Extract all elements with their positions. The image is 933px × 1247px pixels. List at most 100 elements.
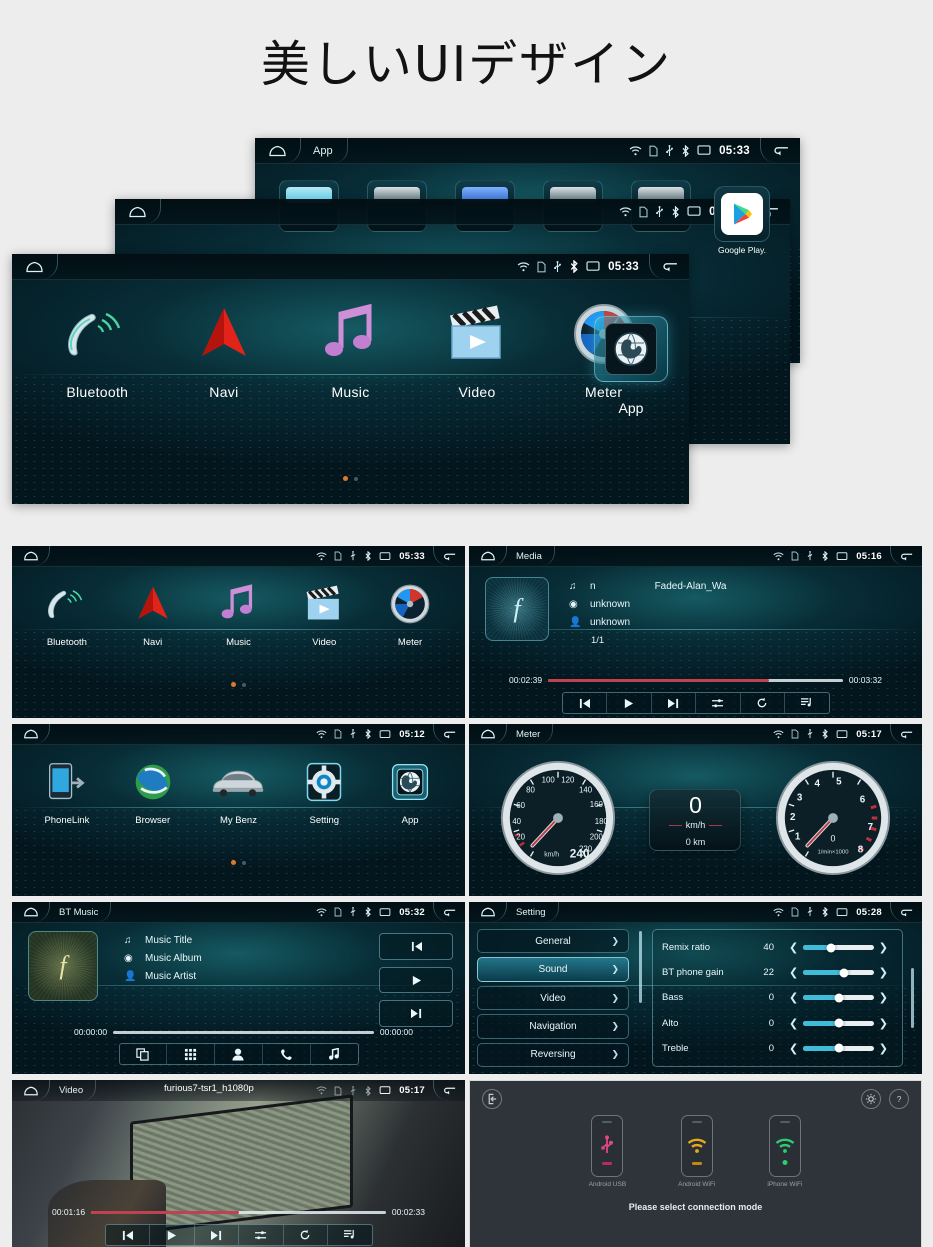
decrease-icon[interactable]: ❮ xyxy=(784,1042,803,1055)
call-history-icon[interactable] xyxy=(263,1044,311,1064)
cell-bt-music[interactable]: BT Music 05:32 f ♫ Music Title ◉ Music A… xyxy=(12,902,465,1074)
next-track-icon[interactable] xyxy=(379,1000,453,1028)
decrease-icon[interactable]: ❮ xyxy=(784,941,803,954)
home-item-mybenz[interactable]: My Benz xyxy=(196,755,280,826)
slider-track[interactable] xyxy=(803,1043,874,1053)
back-arrow-icon[interactable] xyxy=(649,254,689,279)
list-scrollbar[interactable] xyxy=(911,968,914,1028)
slider-track[interactable] xyxy=(803,1018,874,1028)
media-progress[interactable]: 00:02:39 00:03:32 xyxy=(469,675,922,685)
page-dot[interactable] xyxy=(242,861,246,865)
home-icon[interactable] xyxy=(115,199,161,224)
setting-nav-general[interactable]: General ❯ xyxy=(477,929,629,954)
home-item-setting[interactable]: Setting xyxy=(282,755,366,826)
home-icon[interactable] xyxy=(12,254,58,279)
prev-track-icon[interactable] xyxy=(563,693,607,713)
increase-icon[interactable]: ❯ xyxy=(874,941,893,954)
home-icon[interactable] xyxy=(12,724,50,744)
play-icon[interactable] xyxy=(379,966,453,994)
next-track-icon[interactable] xyxy=(652,693,696,713)
home-item-music[interactable]: Music xyxy=(196,577,280,648)
connection-option-android-wifi[interactable]: Android WiFi xyxy=(678,1115,715,1188)
seek-bar[interactable] xyxy=(113,1030,374,1034)
back-arrow-icon[interactable] xyxy=(433,1080,465,1101)
setting-nav-sound[interactable]: Sound ❯ xyxy=(477,957,629,982)
devices-icon[interactable] xyxy=(120,1044,168,1064)
setting-row-bt-phone-gain[interactable]: BT phone gain 22 ❮ ❯ xyxy=(662,966,893,979)
decrease-icon[interactable]: ❮ xyxy=(784,966,803,979)
home-item-music[interactable]: Music xyxy=(295,294,405,400)
cell-home-1[interactable]: 05:33 Bluetooth Navi Music Video Meter xyxy=(12,546,465,718)
seek-bar[interactable] xyxy=(548,678,843,682)
decrease-icon[interactable]: ❮ xyxy=(784,1017,803,1030)
play-icon[interactable] xyxy=(150,1225,195,1245)
help-icon[interactable]: ? xyxy=(889,1089,909,1109)
home-item-phonelink[interactable]: PhoneLink xyxy=(25,755,109,826)
home-icon[interactable] xyxy=(255,138,301,163)
home-item-meter[interactable]: Meter xyxy=(368,577,452,648)
increase-icon[interactable]: ❯ xyxy=(874,1042,893,1055)
setting-row-remix-ratio[interactable]: Remix ratio 40 ❮ ❯ xyxy=(662,941,893,954)
setting-nav-reversing[interactable]: Reversing ❯ xyxy=(477,1042,629,1068)
hero-front-screen[interactable]: 05:33 Bluetooth Navi Music Video Meter A… xyxy=(12,254,689,504)
app-float-tile[interactable]: App xyxy=(583,316,679,416)
home-item-video[interactable]: Video xyxy=(422,294,532,400)
increase-icon[interactable]: ❯ xyxy=(874,991,893,1004)
home-item-navi[interactable]: Navi xyxy=(169,294,279,400)
increase-icon[interactable]: ❯ xyxy=(874,1017,893,1030)
decrease-icon[interactable]: ❮ xyxy=(784,991,803,1004)
bt-progress[interactable]: 00:00:00 00:00:00 xyxy=(12,1027,465,1037)
dialpad-icon[interactable] xyxy=(167,1044,216,1064)
back-arrow-icon[interactable] xyxy=(890,546,922,566)
back-arrow-icon[interactable] xyxy=(433,902,465,922)
play-icon[interactable] xyxy=(607,693,652,713)
connection-option-android-usb[interactable]: Android USB xyxy=(589,1115,626,1188)
setting-nav-navigation[interactable]: Navigation ❯ xyxy=(477,1014,629,1039)
video-progress[interactable]: 00:01:16 00:02:33 xyxy=(12,1207,465,1217)
page-dot-active[interactable] xyxy=(231,682,236,687)
page-dot[interactable] xyxy=(354,477,358,481)
home-icon[interactable] xyxy=(12,1080,50,1101)
repeat-icon[interactable] xyxy=(284,1225,328,1245)
home-item-video[interactable]: Video xyxy=(282,577,366,648)
cell-video[interactable]: Video 05:17 furious7-tsr1_h1080p 00:01:1… xyxy=(12,1080,465,1247)
cell-connection-mode[interactable]: ? Android USB Android WiFi iPhone WiFi P… xyxy=(469,1080,922,1247)
cell-setting[interactable]: Setting 05:28 General ❯ Sound ❯ Video ❯ Nav… xyxy=(469,902,922,1074)
back-arrow-icon[interactable] xyxy=(890,724,922,744)
page-dot-active[interactable] xyxy=(343,476,348,481)
back-arrow-icon[interactable] xyxy=(433,724,465,744)
next-track-icon[interactable] xyxy=(195,1225,239,1245)
home-icon[interactable] xyxy=(469,546,507,566)
contacts-icon[interactable] xyxy=(215,1044,263,1064)
music-icon[interactable] xyxy=(311,1044,358,1064)
home-item-navi[interactable]: Navi xyxy=(111,577,195,648)
back-arrow-icon[interactable] xyxy=(433,546,465,566)
home-item-bluetooth[interactable]: Bluetooth xyxy=(42,294,152,400)
home-item-app[interactable]: App xyxy=(368,755,452,826)
increase-icon[interactable]: ❯ xyxy=(874,966,893,979)
connection-option-iphone-wifi[interactable]: iPhone WiFi xyxy=(767,1115,802,1188)
cell-home-2[interactable]: 05:12 PhoneLink Browser My Benz Setting … xyxy=(12,724,465,896)
back-arrow-icon[interactable] xyxy=(760,138,800,163)
playlist-icon[interactable] xyxy=(785,693,829,713)
gear-icon[interactable] xyxy=(861,1089,881,1109)
google-play-tile[interactable]: Google Play. xyxy=(714,186,770,255)
prev-track-icon[interactable] xyxy=(379,933,453,960)
page-dot-active[interactable] xyxy=(231,860,236,865)
repeat-icon[interactable] xyxy=(741,693,785,713)
home-icon[interactable] xyxy=(12,902,50,922)
cell-meter[interactable]: Meter 05:17 80 100 120 140 160 180 200 2… xyxy=(469,724,922,896)
slider-track[interactable] xyxy=(803,993,874,1003)
home-icon[interactable] xyxy=(12,546,50,566)
seek-bar[interactable] xyxy=(91,1210,386,1214)
back-arrow-icon[interactable] xyxy=(890,902,922,922)
setting-row-alto[interactable]: Alto 0 ❮ ❯ xyxy=(662,1017,893,1030)
exit-icon[interactable] xyxy=(482,1089,502,1109)
cell-media[interactable]: Media 05:16 f ♫ n Faded-Alan_Wa ◉ unknow… xyxy=(469,546,922,718)
prev-track-icon[interactable] xyxy=(106,1225,150,1245)
page-dot[interactable] xyxy=(242,683,246,687)
home-icon[interactable] xyxy=(469,902,507,922)
page-dots[interactable] xyxy=(12,674,465,692)
playlist-icon[interactable] xyxy=(328,1225,372,1245)
home-item-browser[interactable]: Browser xyxy=(111,755,195,826)
